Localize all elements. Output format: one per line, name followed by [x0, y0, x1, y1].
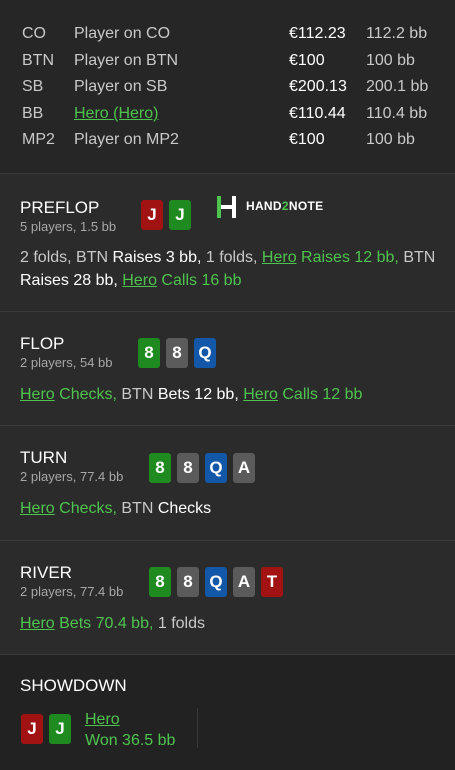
hero-link[interactable]: Hero [20, 615, 55, 632]
hand2note-logo: HAND2NOTE [216, 196, 323, 218]
showdown-card: J [49, 714, 71, 744]
hero-player-link[interactable]: Hero (Hero) [74, 102, 158, 126]
action-text: Checks, [54, 500, 117, 517]
action-text: 2 folds, BTN [20, 249, 113, 266]
seat-row: SB Player on SB €200.13 200.1 bb [0, 75, 455, 99]
board-card: 8 [138, 338, 160, 368]
hand2note-logo-text: HAND2NOTE [246, 199, 323, 213]
street-title: SHOWDOWN [20, 676, 127, 695]
seat-row: CO Player on CO €112.23 112.2 bb [0, 22, 455, 46]
board-card: T [261, 567, 283, 597]
street-actions: Hero Checks, BTN Bets 12 bb, Hero Calls … [20, 383, 440, 406]
hero-link[interactable]: Hero [20, 386, 55, 403]
street-subtitle: 2 players, 77.4 bb [20, 584, 124, 599]
seat-stack-bb: 112.2 bb [366, 25, 428, 42]
action-text: Checks, [54, 386, 117, 403]
street-subtitle: 5 players, 1.5 bb [20, 219, 117, 234]
showdown-section: SHOWDOWN J J Hero Won 36.5 bb [0, 655, 455, 770]
seat-stack: €112.23 [289, 25, 346, 42]
seat-position: CO [22, 25, 46, 42]
action-text: Calls 16 bb [156, 272, 242, 289]
street-title: RIVER [20, 563, 72, 582]
logo-text-part: HAND [246, 199, 282, 213]
board-card: A [233, 567, 255, 597]
hero-link[interactable]: Hero [85, 711, 120, 728]
street-actions: 2 folds, BTN Raises 3 bb, 1 folds, Hero … [20, 246, 440, 292]
seat-stack: €100 [289, 52, 325, 69]
action-text: Raises 12 bb, [296, 249, 399, 266]
seat-position: BTN [22, 52, 54, 69]
hero-link[interactable]: Hero [262, 249, 297, 266]
showdown-winnings: Won 36.5 bb [85, 732, 176, 749]
hero-link[interactable]: Hero [20, 500, 55, 517]
hole-card: J [141, 200, 163, 230]
board-card: Q [194, 338, 216, 368]
board-card: 8 [177, 567, 199, 597]
board-card: Q [205, 567, 227, 597]
action-text: Calls 12 bb [277, 386, 363, 403]
seat-player-name: Player on MP2 [74, 131, 179, 148]
street-actions: Hero Bets 70.4 bb, 1 folds [20, 612, 440, 635]
street-title: TURN [20, 448, 68, 467]
seat-position: MP2 [22, 131, 55, 148]
board-card: A [233, 453, 255, 483]
action-text: 1 folds, [201, 249, 262, 266]
seat-stack-bb: 100 bb [366, 131, 415, 148]
hero-link[interactable]: Hero [122, 272, 157, 289]
seat-stack-bb: 110.4 bb [366, 105, 428, 122]
action-text: Raises 28 bb, [20, 272, 118, 289]
action-text: Raises 3 bb, [112, 249, 202, 266]
seat-stack: €200.13 [289, 78, 347, 95]
seat-stack-bb: 100 bb [366, 52, 415, 69]
logo-text-part: NOTE [288, 199, 324, 213]
action-text: 1 folds [153, 615, 206, 632]
street-title: PREFLOP [20, 198, 100, 217]
hero-link[interactable]: Hero [243, 386, 278, 403]
logo-text-part: 2 [281, 199, 289, 213]
action-text: BTN [116, 386, 158, 403]
seat-stack-bb: 200.1 bb [366, 78, 429, 95]
seat-position: SB [22, 78, 44, 95]
showdown-result: Hero Won 36.5 bb [85, 709, 195, 751]
street-subtitle: 2 players, 77.4 bb [20, 469, 124, 484]
showdown-divider [197, 708, 198, 748]
seat-row: BTN Player on BTN €100 100 bb [0, 49, 455, 73]
seat-player-name: Player on SB [74, 78, 168, 95]
action-text: Bets 12 bb, [157, 386, 239, 403]
street-actions: Hero Checks, BTN Checks [20, 497, 440, 520]
river-section: RIVER 2 players, 77.4 bb 8 8 Q A T Hero … [0, 541, 455, 655]
hole-card: J [169, 200, 191, 230]
seat-stack: €110.44 [289, 105, 346, 122]
action-text: Checks [157, 500, 212, 517]
board-card: Q [205, 453, 227, 483]
seat-player-name: Player on BTN [74, 52, 179, 69]
seat-position: BB [22, 105, 44, 122]
street-subtitle: 2 players, 54 bb [20, 355, 113, 370]
street-title: FLOP [20, 334, 65, 353]
action-text: Bets 70.4 bb, [54, 615, 154, 632]
seat-row: BB Hero (Hero) €110.44 110.4 bb [0, 102, 455, 126]
seat-stack: €100 [289, 131, 325, 148]
seat-player-name: Player on CO [74, 25, 171, 42]
seats-table: CO Player on CO €112.23 112.2 bb BTN Pla… [0, 0, 455, 174]
hand2note-logo-icon [217, 196, 236, 218]
board-card: 8 [149, 453, 171, 483]
turn-section: TURN 2 players, 77.4 bb 8 8 Q A Hero Che… [0, 426, 455, 541]
seat-row: MP2 Player on MP2 €100 100 bb [0, 128, 455, 152]
board-card: 8 [177, 453, 199, 483]
board-card: 8 [149, 567, 171, 597]
hand-history-panel: CO Player on CO €112.23 112.2 bb BTN Pla… [0, 0, 455, 770]
flop-section: FLOP 2 players, 54 bb 8 8 Q Hero Checks,… [0, 312, 455, 426]
action-text: BTN [116, 500, 158, 517]
showdown-card: J [21, 714, 43, 744]
action-text: BTN [398, 249, 436, 266]
board-card: 8 [166, 338, 188, 368]
